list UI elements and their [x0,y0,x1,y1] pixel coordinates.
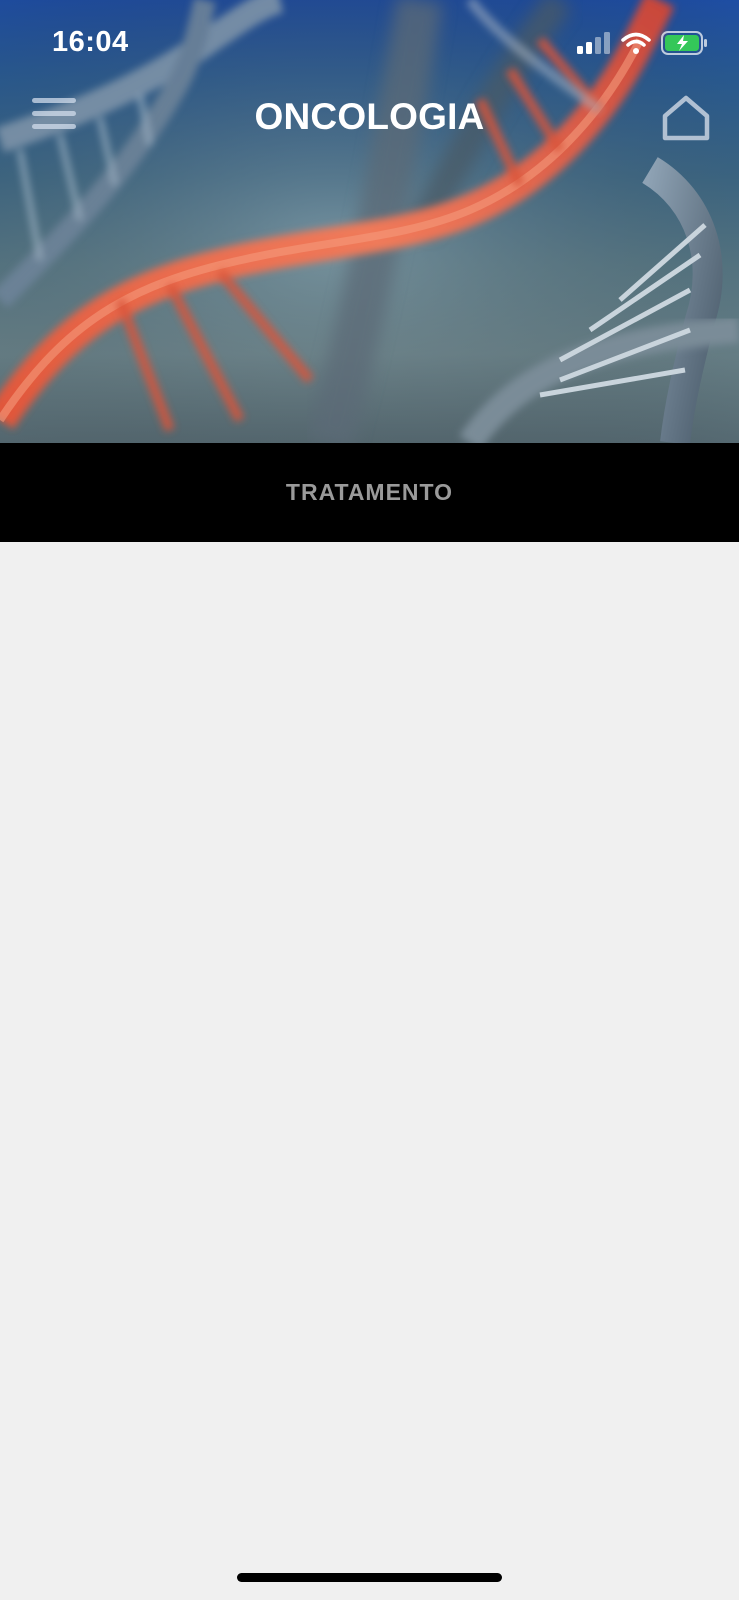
status-icons [577,30,709,56]
battery-charging-icon [661,31,707,55]
app-screen: 16:04 ONCOLOGIA TRATAMENTO [0,0,739,1600]
section-label: TRATAMENTO [285,479,454,505]
page-title: ONCOLOGIA [254,96,485,137]
home-indicator[interactable] [237,1573,502,1582]
dna-helix-image [0,0,739,443]
section-header: TRATAMENTO [0,443,739,542]
hero-banner: 16:04 ONCOLOGIA [0,0,739,443]
home-icon[interactable] [659,94,713,142]
cellular-signal-icon [577,32,610,54]
wifi-icon [621,32,651,54]
status-time: 16:04 [52,26,129,58]
content-area [0,542,739,1600]
